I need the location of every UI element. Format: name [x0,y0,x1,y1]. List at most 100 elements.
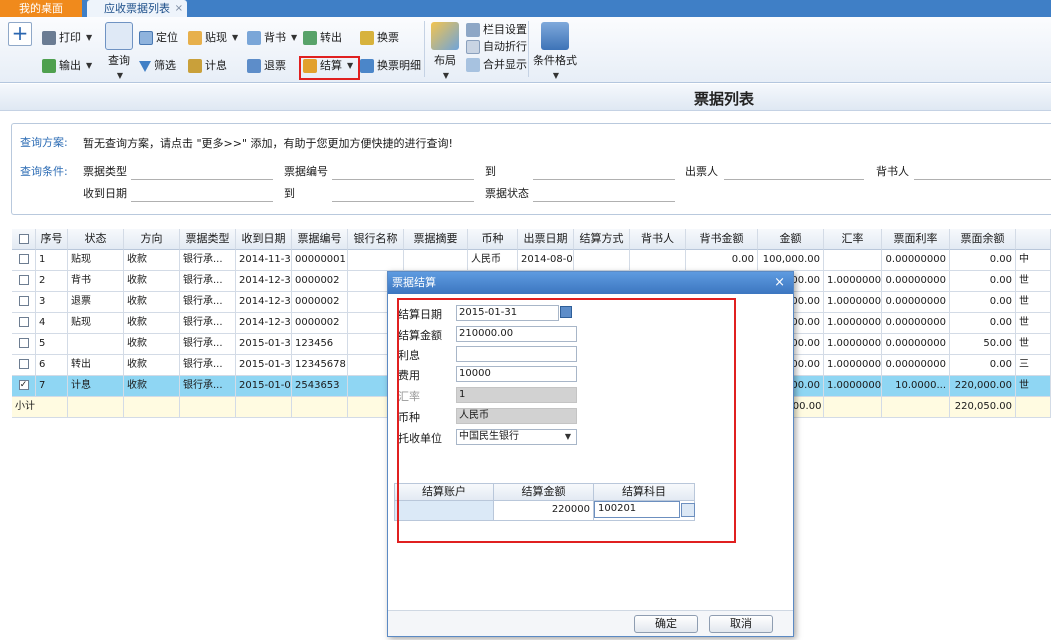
cell-bill-type: 银行承... [180,292,236,313]
discount-icon [188,31,202,45]
grid-header-bank-name[interactable]: 银行名称 [348,229,404,250]
grid-header-settle-method[interactable]: 结算方式 [574,229,630,250]
chevron-down-icon[interactable]: ▼ [86,28,92,48]
discount-button[interactable]: 贴现 ▼ [188,28,238,48]
cell-direction: 收款 [124,313,180,334]
merge-display-button[interactable]: 合并显示 [466,57,527,73]
ok-button[interactable]: 确定 [634,615,698,633]
exchange-detail-icon [360,59,374,73]
received-date-to-input[interactable] [332,201,474,202]
cell-extra: 中 [1016,250,1051,271]
cell-bill-no: 0000002 [292,271,348,292]
close-icon[interactable]: × [774,272,785,294]
bill-type-input[interactable] [131,179,273,180]
grid-header-endorse-amount[interactable]: 背书金额 [686,229,758,250]
exchange-button[interactable]: 换票 [360,28,399,48]
grid-header-bill-summary[interactable]: 票据摘要 [404,229,468,250]
dialog-header[interactable]: 票据结算 × [388,272,793,294]
grid-header-rate[interactable]: 汇率 [824,229,882,250]
locate-button[interactable]: 定位 [139,28,178,48]
interest-button[interactable]: 计息 [188,56,227,76]
cancel-button[interactable]: 取消 [709,615,773,633]
settle-highlight-box [299,56,360,80]
cell-index: 3 [36,292,68,313]
grid-header-endorser[interactable]: 背书人 [630,229,686,250]
query-button[interactable]: 查询 ▼ [104,22,134,81]
export-button[interactable]: 输出 ▼ [42,56,92,76]
merge-icon [466,58,480,72]
transfer-out-button[interactable]: 转出 [303,28,342,48]
checkbox[interactable] [18,234,29,244]
chevron-down-icon[interactable]: ▼ [291,28,297,48]
chevron-down-icon[interactable]: ▼ [443,71,449,80]
grid-header-face-rate[interactable]: 票面利率 [882,229,950,250]
received-date-from-input[interactable] [131,201,273,202]
bill-status-input[interactable] [533,201,675,202]
chevron-down-icon[interactable]: ▼ [86,56,92,76]
row-select-cell [12,271,36,292]
chevron-down-icon[interactable]: ▼ [117,71,123,80]
close-icon[interactable]: × [175,0,183,17]
grid-header-face-balance[interactable]: 票面余额 [950,229,1016,250]
cell-bill-type: 银行承... [180,250,236,271]
query-condition-label: 查询条件: [20,165,68,178]
conditional-format-button[interactable]: 条件格式 ▼ [531,22,579,81]
cell-received-date: 2014-12-31 [236,271,292,292]
checkbox[interactable] [18,254,29,264]
drawer-input[interactable] [724,179,864,180]
grid-header-received-date[interactable]: 收到日期 [236,229,292,250]
grid-header-status[interactable]: 状态 [68,229,124,250]
cell-status [68,334,124,355]
endorser-input[interactable] [914,179,1051,180]
grid-header-amount[interactable]: 金额 [758,229,824,250]
bill-no-from-input[interactable] [332,179,474,180]
locate-icon [139,31,153,45]
cell-bill-no: 0000002 [292,313,348,334]
tab-receivable-bills[interactable]: 应收票据列表 × [87,0,187,17]
table-row[interactable]: 1 贴现 收款 银行承... 2014-11-30 00000001 人民币 2014-08-… [12,250,1051,271]
endorse-button[interactable]: 背书 ▼ [247,28,297,48]
checkbox[interactable] [18,359,29,369]
cell-face-balance: 0.00 [950,355,1016,376]
transfer-icon [303,31,317,45]
layout-icon [431,22,459,50]
cell-face-rate: 0.00000000 [882,271,950,292]
cell-index: 2 [36,271,68,292]
bill-status-label: 票据状态 [485,187,529,200]
cell-face-rate: 10.0000... [882,376,950,397]
grid-header-bill-type[interactable]: 票据类型 [180,229,236,250]
columns-icon [466,23,480,37]
cell-settle-method [574,250,630,271]
query-scheme-label[interactable]: 查询方案: [20,134,68,150]
return-button[interactable]: 退票 [247,56,286,76]
grid-header-currency[interactable]: 币种 [468,229,518,250]
cell-direction: 收款 [124,355,180,376]
checkbox[interactable] [18,338,29,348]
bill-no-to-input[interactable] [533,179,675,180]
add-button[interactable]: + [8,22,32,46]
checkbox[interactable] [18,275,29,285]
grid-header-direction[interactable]: 方向 [124,229,180,250]
page-title: 票据列表 [693,90,754,108]
grid-header-bill-no[interactable]: 票据编号 [292,229,348,250]
filter-button[interactable]: 筛选 [139,56,176,76]
cell-face-rate: 0.00000000 [882,313,950,334]
exchange-detail-button[interactable]: 换票明细 [360,56,421,76]
chevron-down-icon[interactable]: ▼ [553,71,559,80]
auto-wrap-button[interactable]: 自动折行 [466,39,527,55]
checkbox[interactable] [18,317,29,327]
checkbox[interactable]: ✓ [18,380,29,390]
checkbox[interactable] [18,296,29,306]
cell-received-date: 2014-12-31 [236,313,292,334]
chevron-down-icon[interactable]: ▼ [232,28,238,48]
column-settings-button[interactable]: 栏目设置 [466,22,527,38]
print-button[interactable]: 打印 ▼ [42,28,92,48]
cell-face-balance: 50.00 [950,334,1016,355]
tab-my-desktop[interactable]: 我的桌面 [0,0,82,17]
grid-header-index[interactable]: 序号 [36,229,68,250]
grid-header-issue-date[interactable]: 出票日期 [518,229,574,250]
layout-button[interactable]: 布局 ▼ [430,22,460,81]
cell-received-date: 2015-01-01 [236,376,292,397]
row-select-cell [12,334,36,355]
cell-rate: 1.00000000 [824,292,882,313]
